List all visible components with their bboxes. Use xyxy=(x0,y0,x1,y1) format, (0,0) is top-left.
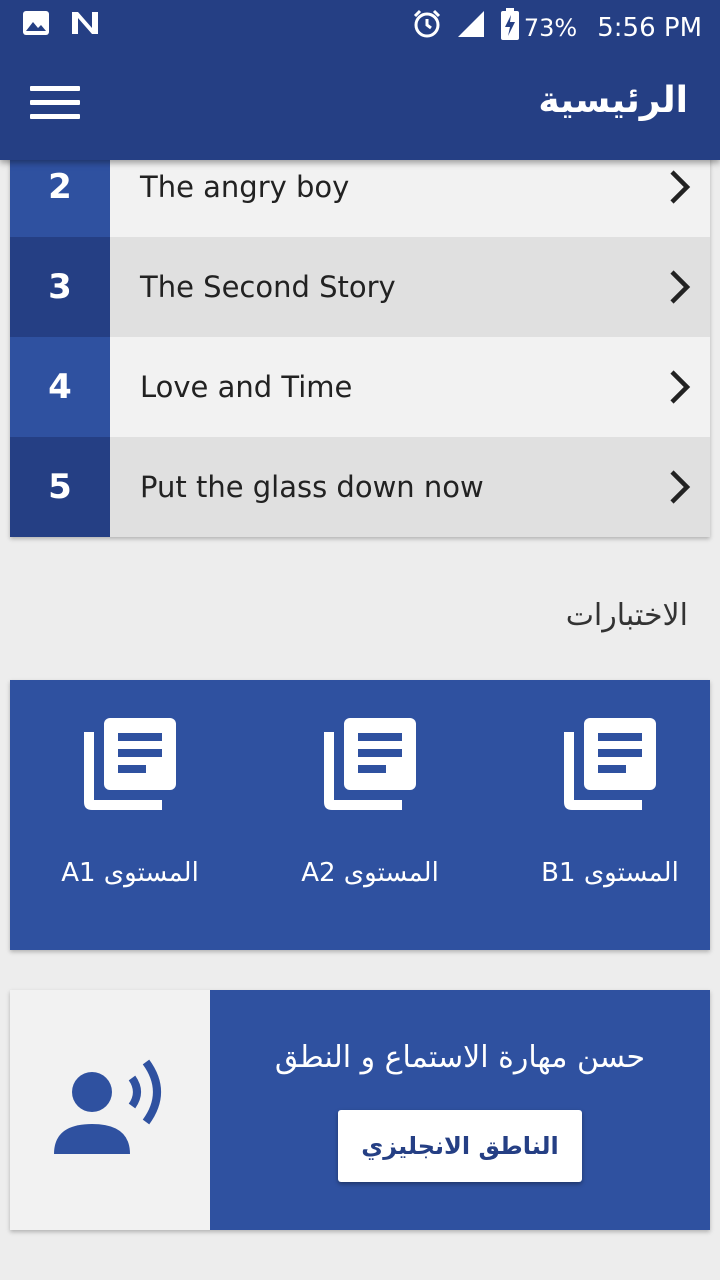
story-row-4[interactable]: 4 Love and Time xyxy=(10,337,710,437)
story-list: 2 The angry boy 3 The Second Story 4 Lov… xyxy=(10,137,710,537)
hamburger-menu-icon[interactable] xyxy=(30,86,80,126)
signal-icon xyxy=(456,9,486,46)
story-row-5[interactable]: 5 Put the glass down now xyxy=(10,437,710,537)
tests-heading: الاختبارات xyxy=(565,598,688,633)
battery-percent: 73% xyxy=(523,13,578,42)
tests-card: المستوى A1 المستوى A2 المستوى B1 xyxy=(10,680,710,950)
chevron-right-icon xyxy=(650,337,710,437)
clock: 5:56 PM xyxy=(597,12,702,43)
app-bar: الرئيسية xyxy=(0,50,720,160)
story-title: Love and Time xyxy=(110,337,650,437)
story-row-3[interactable]: 3 The Second Story xyxy=(10,237,710,337)
page-title: الرئيسية xyxy=(538,80,688,121)
story-number: 5 xyxy=(10,437,110,537)
library-books-icon xyxy=(324,718,416,810)
speaker-icon-box xyxy=(10,990,210,1230)
test-level-b1[interactable]: المستوى B1 xyxy=(490,680,720,950)
test-level-label: المستوى A1 xyxy=(61,858,199,888)
test-level-a2[interactable]: المستوى A2 xyxy=(250,680,490,950)
test-level-label: المستوى A2 xyxy=(301,858,439,888)
chevron-right-icon xyxy=(650,437,710,537)
library-books-icon xyxy=(84,718,176,810)
story-title: The Second Story xyxy=(110,237,650,337)
library-books-icon xyxy=(564,718,656,810)
status-bar: 73% 5:56 PM xyxy=(0,0,720,50)
speaker-card: حسن مهارة الاستماع و النطق الناطق الانجل… xyxy=(10,990,710,1230)
story-title: Put the glass down now xyxy=(110,437,650,537)
test-level-label: المستوى B1 xyxy=(541,858,679,888)
story-number: 3 xyxy=(10,237,110,337)
n-notification-icon xyxy=(70,10,100,40)
alarm-icon xyxy=(412,9,442,46)
story-number: 4 xyxy=(10,337,110,437)
battery-charging-icon xyxy=(500,8,520,47)
test-level-a1[interactable]: المستوى A1 xyxy=(10,680,250,950)
image-icon xyxy=(22,10,50,40)
english-speaker-button[interactable]: الناطق الانجليزي xyxy=(338,1110,582,1182)
chevron-right-icon xyxy=(650,237,710,337)
speaker-description: حسن مهارة الاستماع و النطق xyxy=(274,1040,646,1075)
record-voice-icon xyxy=(54,1059,161,1154)
